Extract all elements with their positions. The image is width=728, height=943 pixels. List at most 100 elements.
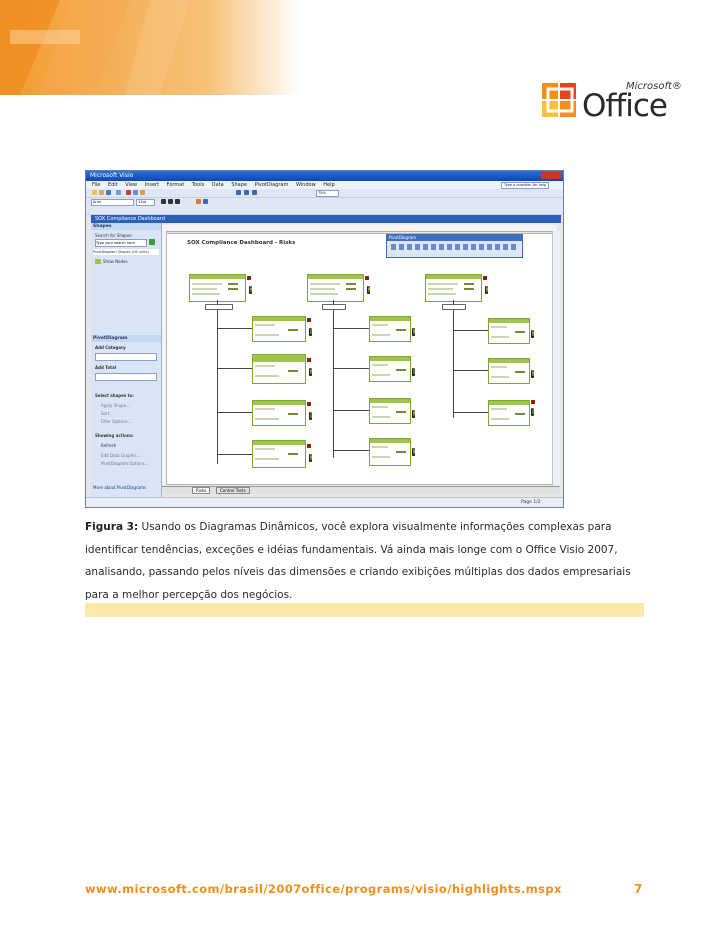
menu-shape[interactable]: Shape <box>231 182 247 188</box>
apply-shape-action[interactable]: Apply Shape... <box>101 403 130 408</box>
office-logo: Microsoft® Office <box>540 80 690 128</box>
diagram-node[interactable] <box>252 354 306 384</box>
logo-word: Office <box>582 88 668 124</box>
document-title: SOX Compliance Dashboard <box>95 216 165 222</box>
pointer-icon[interactable] <box>236 190 241 195</box>
pivot-options-action[interactable]: PivotDiagram Options... <box>101 461 149 466</box>
diagram-node[interactable] <box>369 356 411 382</box>
traffic-light-icon <box>412 368 415 376</box>
traffic-light-icon <box>412 448 415 456</box>
tab-risks[interactable]: Risks <box>192 487 211 494</box>
pivot-window-toolbar[interactable] <box>391 244 517 250</box>
diagram-node[interactable] <box>252 400 306 426</box>
diagram-node[interactable] <box>307 274 364 302</box>
flag-icon <box>483 276 487 280</box>
underline-icon[interactable] <box>175 199 180 204</box>
bold-icon[interactable] <box>161 199 166 204</box>
menu-pivotdiagram[interactable]: PivotDiagram <box>255 182 289 188</box>
sort-action[interactable]: Sort... <box>101 411 113 416</box>
font-name-select[interactable]: Arial <box>91 199 134 206</box>
diagram-node[interactable] <box>369 398 411 424</box>
add-total-list[interactable] <box>95 373 157 381</box>
diagram-node[interactable] <box>488 400 530 426</box>
traffic-light-icon <box>531 370 534 378</box>
show-nodes-item[interactable]: Show Nodes <box>103 259 128 264</box>
search-shapes-input[interactable]: Type your search here <box>95 239 147 247</box>
category-label <box>205 304 233 310</box>
showing-actions-label: Showing actions: <box>95 433 134 438</box>
tab-control-tests[interactable]: Control Tests <box>216 487 250 494</box>
line-color-icon[interactable] <box>203 199 208 204</box>
traffic-light-icon <box>485 286 488 294</box>
help-search-box[interactable]: Type a question for help <box>501 182 550 189</box>
select-shapes-label: Select shapes to: <box>95 393 134 398</box>
visio-screenshot: Microsoft Visio File Edit View Insert Fo… <box>85 170 564 508</box>
left-task-pane: Shapes Search for Shapes: Type your sear… <box>91 223 162 497</box>
more-about-link[interactable]: More about PivotDiagrams <box>93 485 146 490</box>
menu-data[interactable]: Data <box>212 182 224 188</box>
new-icon[interactable] <box>92 190 97 195</box>
footer-url[interactable]: www.microsoft.com/brasil/2007office/prog… <box>85 882 562 896</box>
connector-icon[interactable] <box>244 190 249 195</box>
flag-icon <box>531 400 535 404</box>
edit-data-graphic-action[interactable]: Edit Data Graphic... <box>101 453 140 458</box>
traffic-light-icon <box>531 330 534 338</box>
add-category-label: Add Category <box>95 345 126 350</box>
vertical-scrollbar[interactable] <box>552 231 560 485</box>
cut-icon[interactable] <box>126 190 131 195</box>
add-category-list[interactable] <box>95 353 157 361</box>
add-total-label: Add Total <box>95 365 117 370</box>
italic-icon[interactable] <box>168 199 173 204</box>
horizontal-ruler <box>162 225 557 232</box>
menu-window[interactable]: Window <box>296 182 316 188</box>
menu-tools[interactable]: Tools <box>192 182 204 188</box>
menu-file[interactable]: File <box>92 182 100 188</box>
diagram-node[interactable] <box>488 318 530 344</box>
pivot-pane-title: PivotDiagram <box>91 335 161 342</box>
traffic-light-icon <box>412 410 415 418</box>
pivot-window-title: PivotDiagram <box>387 235 522 241</box>
drawing-canvas[interactable]: SOX Compliance Dashboard - Risks <box>166 233 553 485</box>
window-controls[interactable] <box>541 172 561 179</box>
flag-icon <box>307 318 311 322</box>
traffic-light-icon <box>309 412 312 420</box>
menu-format[interactable]: Format <box>167 182 185 188</box>
traffic-light-icon <box>249 286 252 294</box>
zoom-select[interactable]: 75% <box>316 190 339 197</box>
filter-options-action[interactable]: Filter Options... <box>101 419 131 424</box>
copy-icon[interactable] <box>133 190 138 195</box>
traffic-light-icon <box>309 454 312 462</box>
flag-icon <box>307 358 311 362</box>
search-go-icon[interactable] <box>149 239 155 245</box>
category-label <box>442 304 466 310</box>
diagram-node[interactable] <box>189 274 246 302</box>
traffic-light-icon <box>309 368 312 376</box>
diagram-node[interactable] <box>488 358 530 384</box>
diagram-title: SOX Compliance Dashboard - Risks <box>187 240 296 246</box>
fill-color-icon[interactable] <box>196 199 201 204</box>
menu-help[interactable]: Help <box>323 182 334 188</box>
diagram-node[interactable] <box>369 316 411 342</box>
caption-label: Figura 3: <box>85 521 139 533</box>
diagram-node[interactable] <box>425 274 482 302</box>
menu-view[interactable]: View <box>125 182 137 188</box>
print-icon[interactable] <box>116 190 121 195</box>
flag-icon <box>307 444 311 448</box>
toolbar-row-3 <box>86 206 563 215</box>
pivot-diagram-window[interactable]: PivotDiagram <box>386 234 523 258</box>
paste-icon[interactable] <box>140 190 145 195</box>
diagram-node[interactable] <box>252 440 306 468</box>
open-icon[interactable] <box>99 190 104 195</box>
stencil-name[interactable]: PivotDiagram Shapes (US units) <box>93 249 159 255</box>
document-titlebar: SOX Compliance Dashboard <box>91 215 561 223</box>
text-icon[interactable] <box>252 190 257 195</box>
refresh-action[interactable]: Refresh <box>101 443 116 448</box>
menu-edit[interactable]: Edit <box>108 182 118 188</box>
page-indicator: Page 1/2 <box>521 500 541 505</box>
menu-insert[interactable]: Insert <box>145 182 159 188</box>
figure-caption: Figura 3: Usando os Diagramas Dinâmicos,… <box>85 516 645 606</box>
save-icon[interactable] <box>106 190 111 195</box>
diagram-node[interactable] <box>369 438 411 466</box>
diagram-node[interactable] <box>252 316 306 342</box>
font-size-select[interactable]: 12pt <box>136 199 155 206</box>
